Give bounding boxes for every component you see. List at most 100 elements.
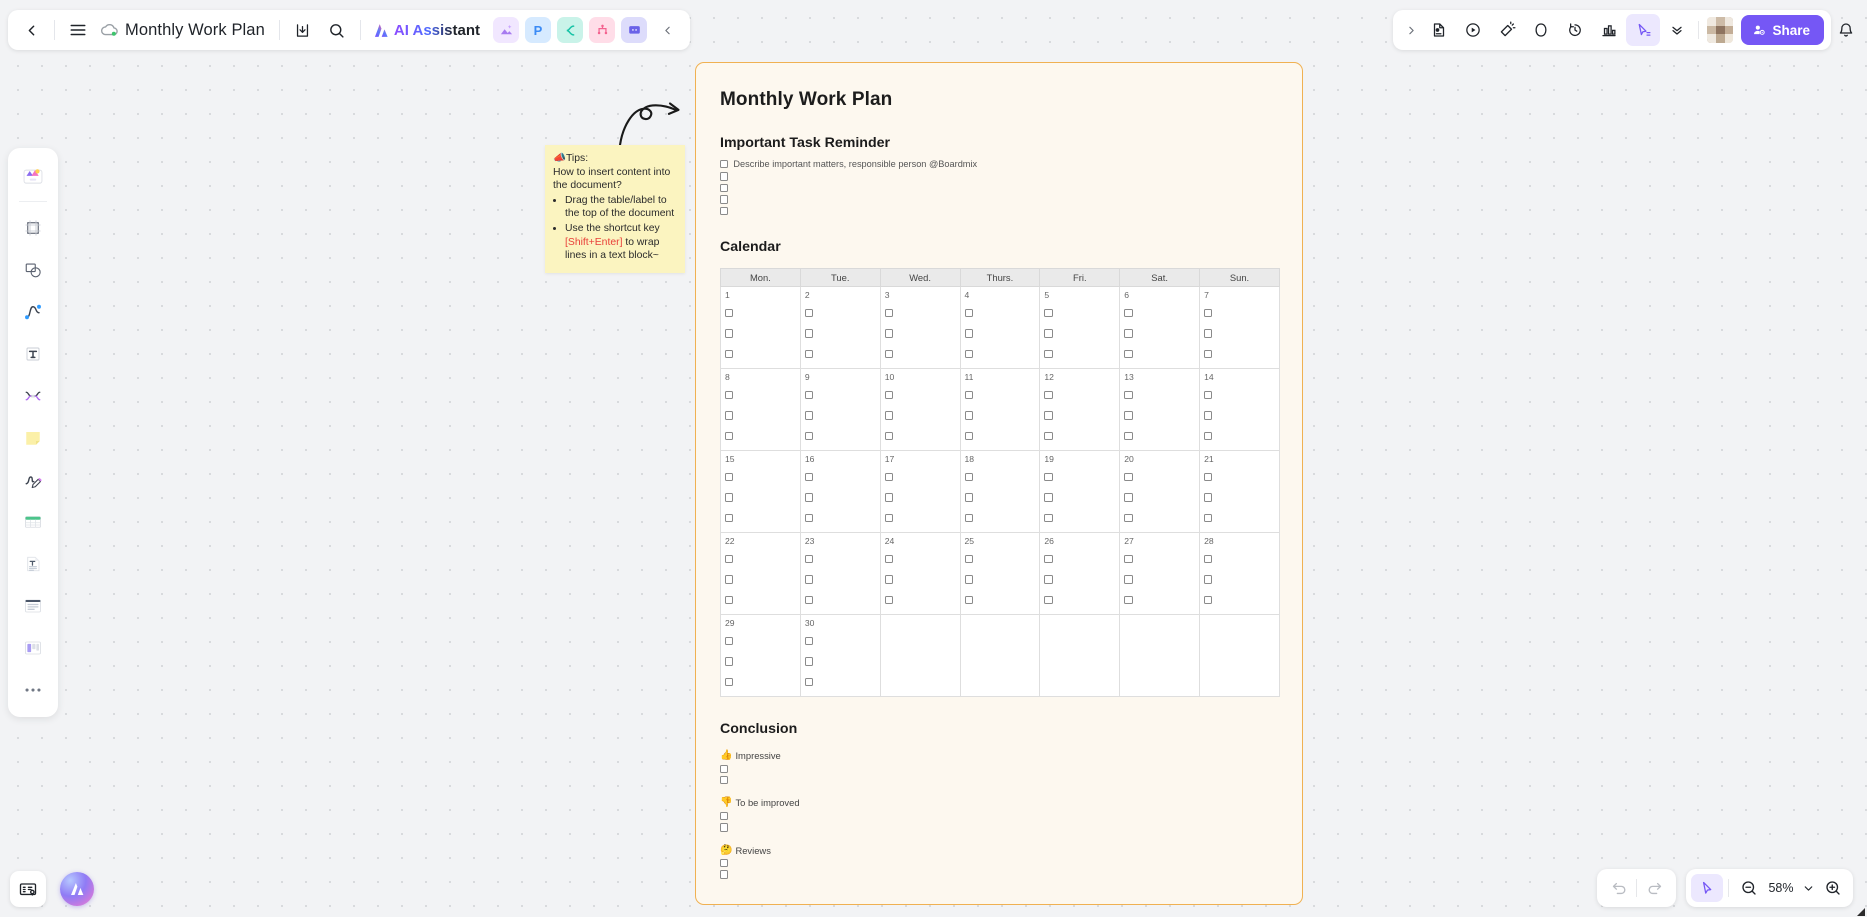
checkbox[interactable]	[964, 575, 973, 584]
checkbox[interactable]	[725, 513, 734, 523]
calendar-task-item[interactable]	[1044, 385, 1115, 403]
calendar-day-cell[interactable]: 17	[879, 450, 961, 534]
calendar-task-item[interactable]	[1204, 406, 1275, 424]
calendar-task-item[interactable]	[1124, 508, 1195, 526]
calendar-task-item[interactable]	[725, 590, 796, 608]
checkbox[interactable]	[804, 411, 814, 420]
calendar-task-item[interactable]	[1044, 324, 1115, 342]
back-button[interactable]	[14, 14, 48, 46]
checkbox[interactable]	[1204, 431, 1213, 441]
calendar-task-item[interactable]	[1044, 426, 1115, 444]
calendar-task-item[interactable]	[725, 344, 796, 362]
checkbox[interactable]	[720, 776, 729, 785]
calendar-day-cell[interactable]: 27	[1119, 532, 1201, 616]
ai-assistant-button[interactable]: AI Assistant	[367, 21, 490, 40]
calendar-task-item[interactable]	[1204, 385, 1275, 403]
calendar-task-item[interactable]	[804, 426, 876, 444]
checkbox[interactable]	[1124, 472, 1133, 481]
checkbox[interactable]	[725, 657, 734, 666]
pen-icon[interactable]	[13, 460, 53, 500]
checkbox[interactable]	[964, 595, 973, 605]
document-icon[interactable]	[13, 544, 53, 584]
checkbox[interactable]	[964, 329, 973, 338]
calendar-task-item[interactable]	[1204, 549, 1275, 567]
task-item-blank[interactable]	[720, 206, 1280, 216]
cursor-select-tool[interactable]	[1691, 874, 1723, 902]
calendar-task-item[interactable]	[1044, 488, 1115, 506]
calendar-task-item[interactable]	[1124, 303, 1195, 321]
checkbox[interactable]	[1044, 349, 1053, 359]
calendar-task-item[interactable]	[725, 303, 796, 321]
calendar-day-cell[interactable]: 30	[799, 614, 881, 698]
checkbox[interactable]	[725, 411, 734, 420]
checkbox[interactable]	[725, 329, 734, 338]
conclusion-task-item[interactable]	[720, 811, 1280, 821]
calendar-task-item[interactable]	[1044, 590, 1115, 608]
history-clock-icon[interactable]	[1558, 14, 1592, 46]
checkbox[interactable]	[884, 493, 894, 502]
calendar-task-item[interactable]	[725, 570, 796, 588]
calendar-task-item[interactable]	[1124, 344, 1195, 362]
calendar-task-item[interactable]	[725, 549, 796, 567]
calendar-task-item[interactable]	[804, 324, 876, 342]
calendar-task-item[interactable]	[1044, 406, 1115, 424]
calendar-task-item[interactable]	[725, 631, 796, 649]
calendar-task-item[interactable]	[964, 303, 1036, 321]
calendar-day-cell[interactable]	[879, 614, 961, 698]
calendar-day-cell[interactable]: 2	[799, 286, 881, 370]
calendar-task-item[interactable]	[804, 570, 876, 588]
more-icon[interactable]	[13, 670, 53, 710]
checkbox[interactable]	[804, 349, 814, 359]
calendar-task-item[interactable]	[725, 488, 796, 506]
checkbox[interactable]	[804, 472, 814, 481]
calendar-day-cell[interactable]: 24	[879, 532, 961, 616]
calendar-task-item[interactable]	[964, 344, 1036, 362]
checkbox[interactable]	[725, 493, 734, 502]
checkbox[interactable]	[1044, 595, 1053, 605]
checkbox[interactable]	[1204, 493, 1213, 502]
table-icon[interactable]	[13, 502, 53, 542]
calendar-task-item[interactable]	[804, 488, 876, 506]
calendar-task-item[interactable]	[1124, 406, 1195, 424]
calendar-task-item[interactable]	[725, 324, 796, 342]
calendar-task-item[interactable]	[1204, 467, 1275, 485]
checkbox[interactable]	[1124, 390, 1133, 399]
calendar-day-cell[interactable]: 11	[959, 368, 1041, 452]
checkbox[interactable]	[964, 308, 973, 317]
calendar-task-item[interactable]	[964, 406, 1036, 424]
calendar-day-cell[interactable]: 14	[1199, 368, 1280, 452]
calendar-task-item[interactable]	[725, 426, 796, 444]
calendar-task-item[interactable]	[884, 508, 956, 526]
calendar-day-cell[interactable]: 26	[1039, 532, 1121, 616]
calendar-task-item[interactable]	[884, 570, 956, 588]
checkbox[interactable]	[884, 554, 894, 563]
checkbox[interactable]	[720, 183, 729, 193]
megaphone-icon[interactable]	[1490, 14, 1524, 46]
checkbox[interactable]	[1124, 493, 1133, 502]
checkbox[interactable]	[720, 870, 729, 879]
redo-button[interactable]	[1637, 873, 1671, 903]
resize-corner[interactable]	[1853, 903, 1865, 916]
checkbox[interactable]	[1204, 390, 1213, 399]
calendar-day-cell[interactable]: 1	[720, 286, 801, 370]
checkbox[interactable]	[884, 431, 894, 441]
checkbox[interactable]	[725, 349, 734, 359]
checkbox[interactable]	[884, 472, 894, 481]
calendar-task-item[interactable]	[725, 652, 796, 670]
checkbox[interactable]	[1204, 308, 1213, 317]
calendar-task-item[interactable]	[1204, 426, 1275, 444]
calendar-day-cell[interactable]: 10	[879, 368, 961, 452]
checkbox[interactable]	[1204, 595, 1213, 605]
checkbox[interactable]	[964, 390, 973, 399]
checkbox[interactable]	[1124, 575, 1133, 584]
calendar-task-item[interactable]	[1124, 426, 1195, 444]
calendar-task-item[interactable]	[1204, 590, 1275, 608]
calendar-task-item[interactable]	[725, 385, 796, 403]
checkbox[interactable]	[1044, 431, 1053, 441]
calendar-task-item[interactable]	[804, 406, 876, 424]
calendar-day-cell[interactable]: 19	[1039, 450, 1121, 534]
cursor-select-icon[interactable]	[1626, 14, 1661, 46]
checkbox[interactable]	[720, 206, 729, 216]
calendar-task-item[interactable]	[1204, 303, 1275, 321]
checkbox[interactable]	[964, 493, 973, 502]
